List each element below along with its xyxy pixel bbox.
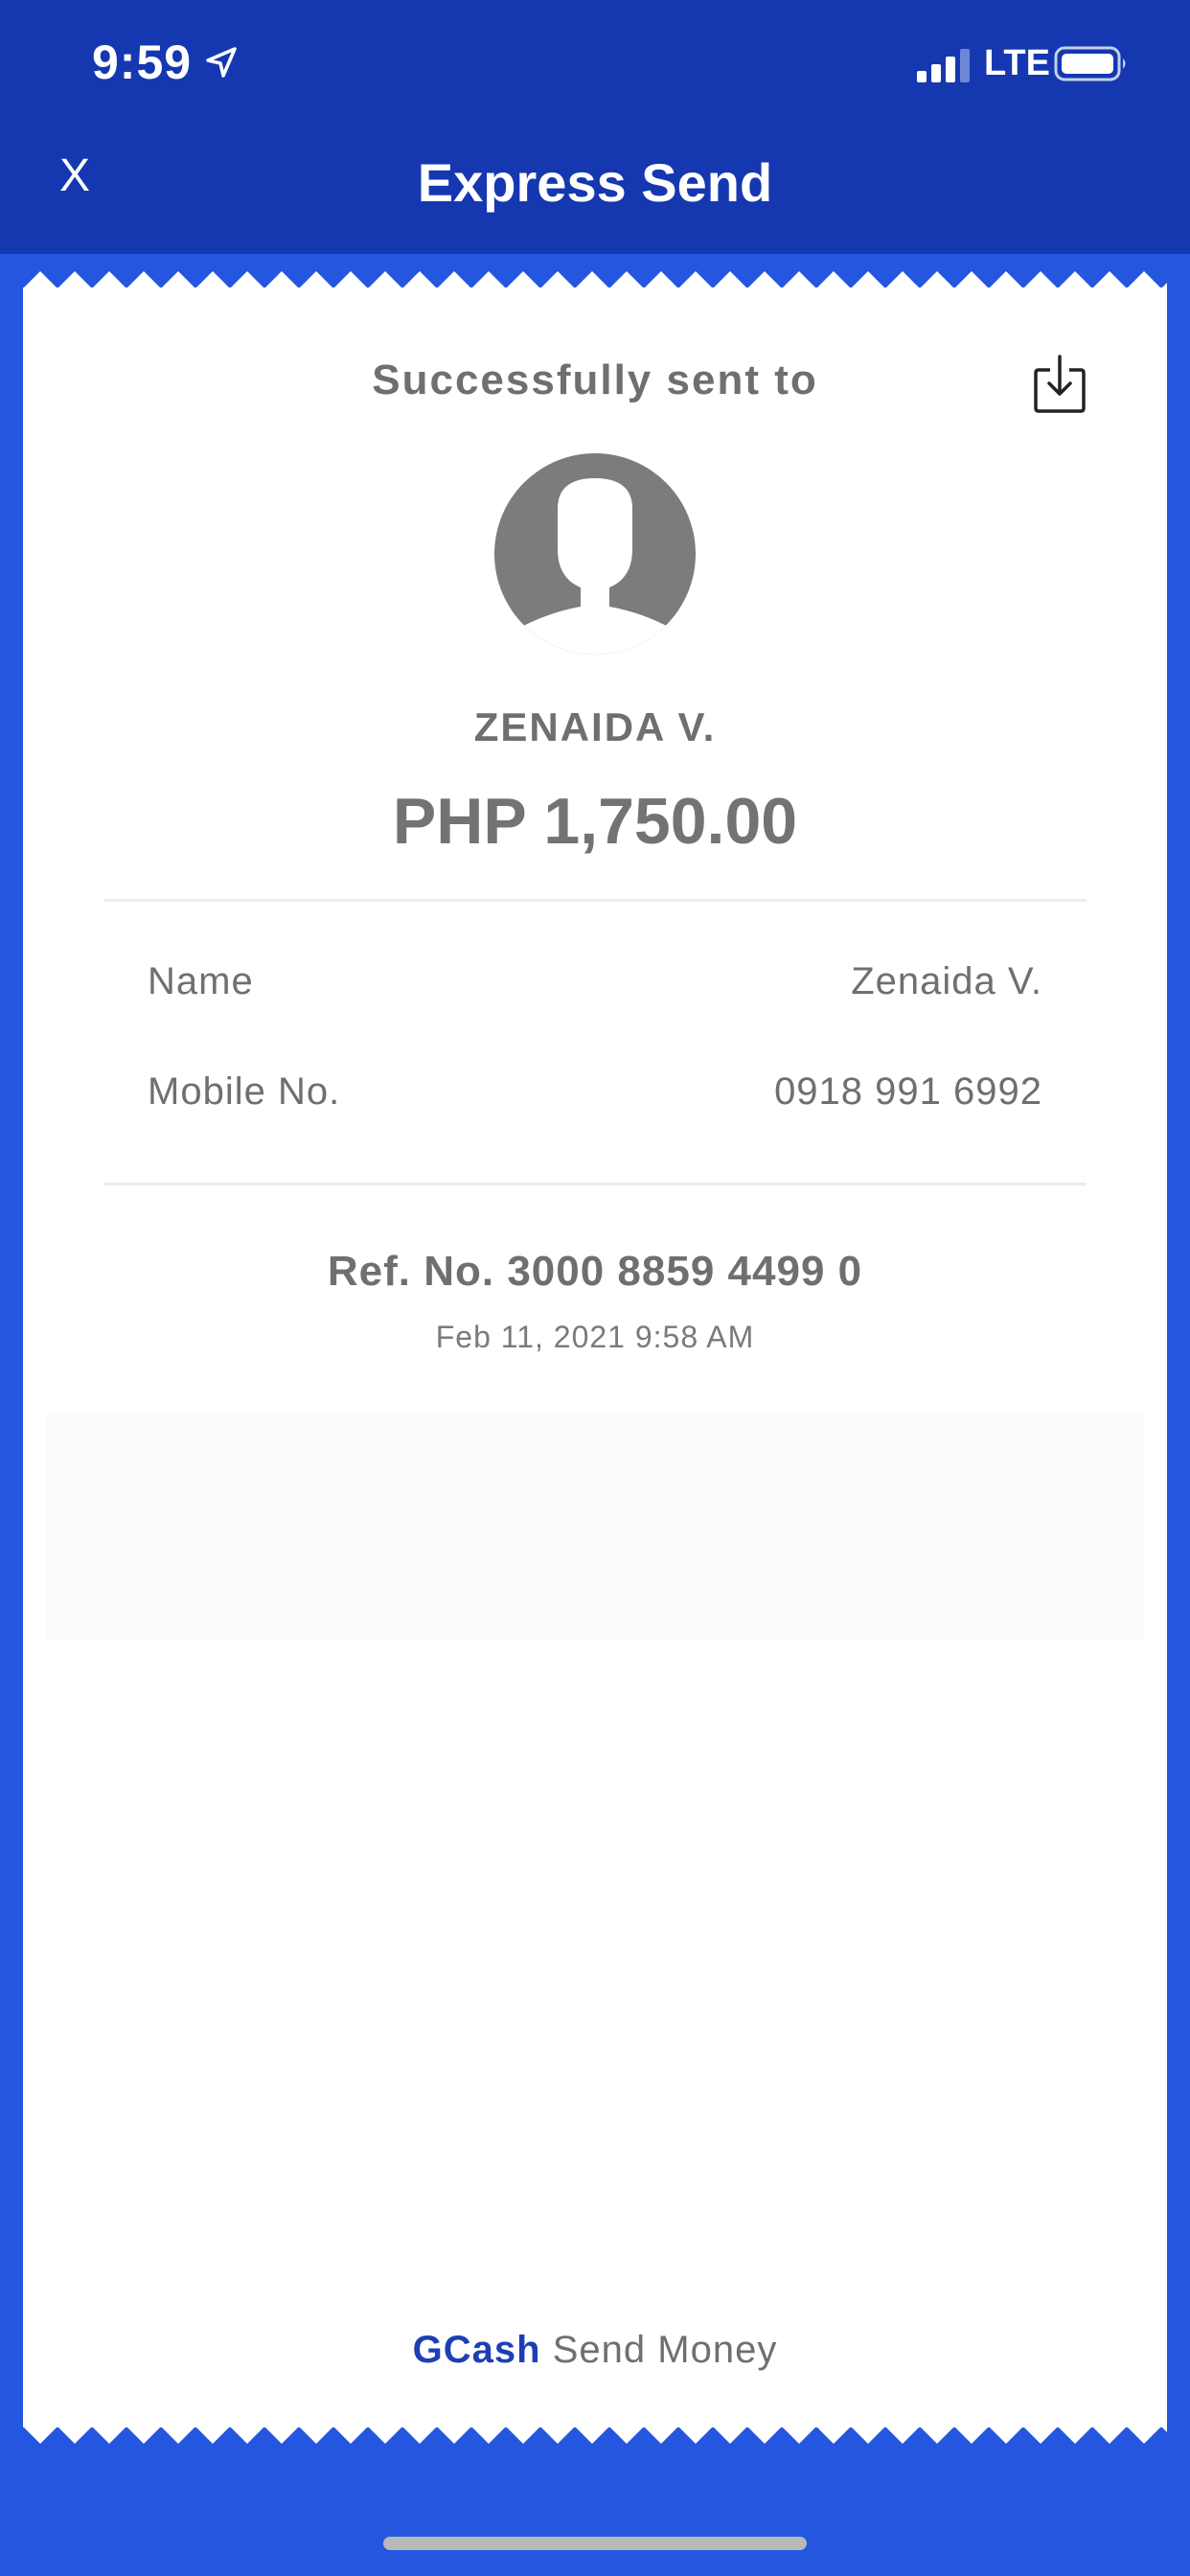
- download-icon[interactable]: [1033, 355, 1087, 414]
- divider: [103, 899, 1087, 902]
- default-avatar-icon: [494, 453, 696, 655]
- reference-number: Ref. No. 3000 8859 4499 0: [327, 1248, 863, 1295]
- status-time: 9:59: [92, 35, 193, 89]
- recipient-name: ZENAIDA V.: [473, 704, 717, 749]
- brand-name: GCash: [412, 2329, 541, 2371]
- divider: [103, 1183, 1087, 1185]
- name-label: Name: [148, 960, 254, 1002]
- network-type-label: LTE: [984, 43, 1050, 83]
- home-indicator[interactable]: [383, 2537, 807, 2550]
- amount-sent: PHP 1,750.00: [392, 785, 798, 858]
- footer-text: Send Money: [552, 2329, 778, 2371]
- receipt-top-edge: [23, 271, 1167, 288]
- success-label: Successfully sent to: [372, 356, 818, 403]
- location-arrow-icon: [206, 47, 237, 78]
- receipt-bottom-edge: [23, 2426, 1167, 2444]
- transaction-timestamp: Feb 11, 2021 9:58 AM: [435, 1320, 755, 1354]
- cellular-signal-icon: [917, 49, 970, 82]
- page-title: Express Send: [417, 152, 773, 213]
- battery-icon: [1054, 46, 1126, 81]
- mobile-label: Mobile No.: [148, 1070, 341, 1113]
- blank-panel: [46, 1414, 1144, 1641]
- name-value: Zenaida V.: [851, 960, 1042, 1002]
- mobile-value: 0918 991 6992: [774, 1070, 1042, 1113]
- footer-brand: GCash Send Money: [0, 2329, 1190, 2372]
